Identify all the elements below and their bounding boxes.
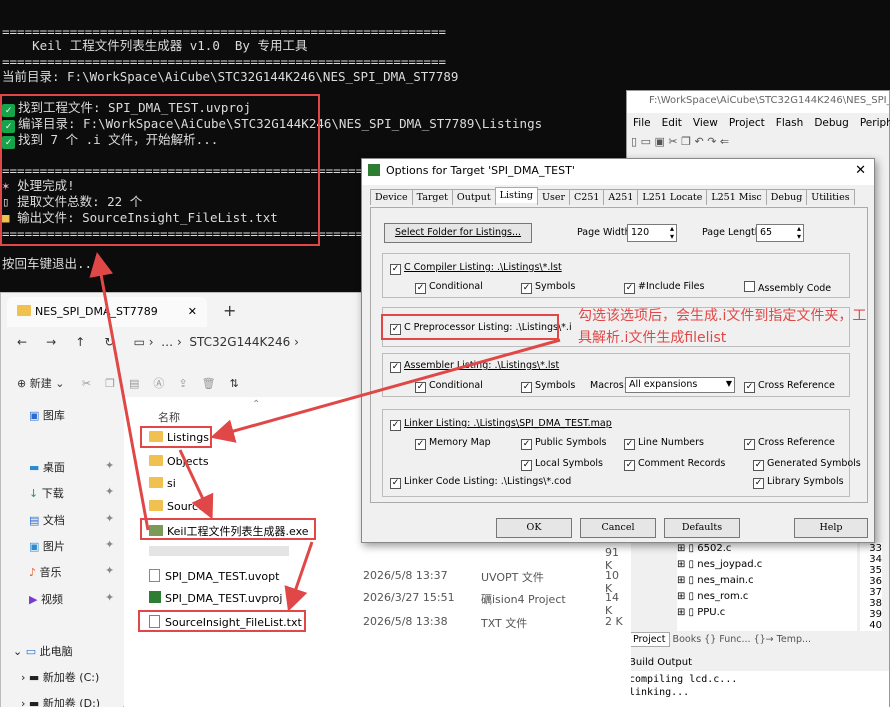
arrow-listings-to-exe <box>178 449 214 520</box>
arrow-exe-to-console <box>89 252 150 531</box>
annotation-arrows <box>89 252 561 612</box>
arrow-option-to-listings <box>210 338 561 443</box>
arrow-exe-to-filelist <box>284 541 314 612</box>
